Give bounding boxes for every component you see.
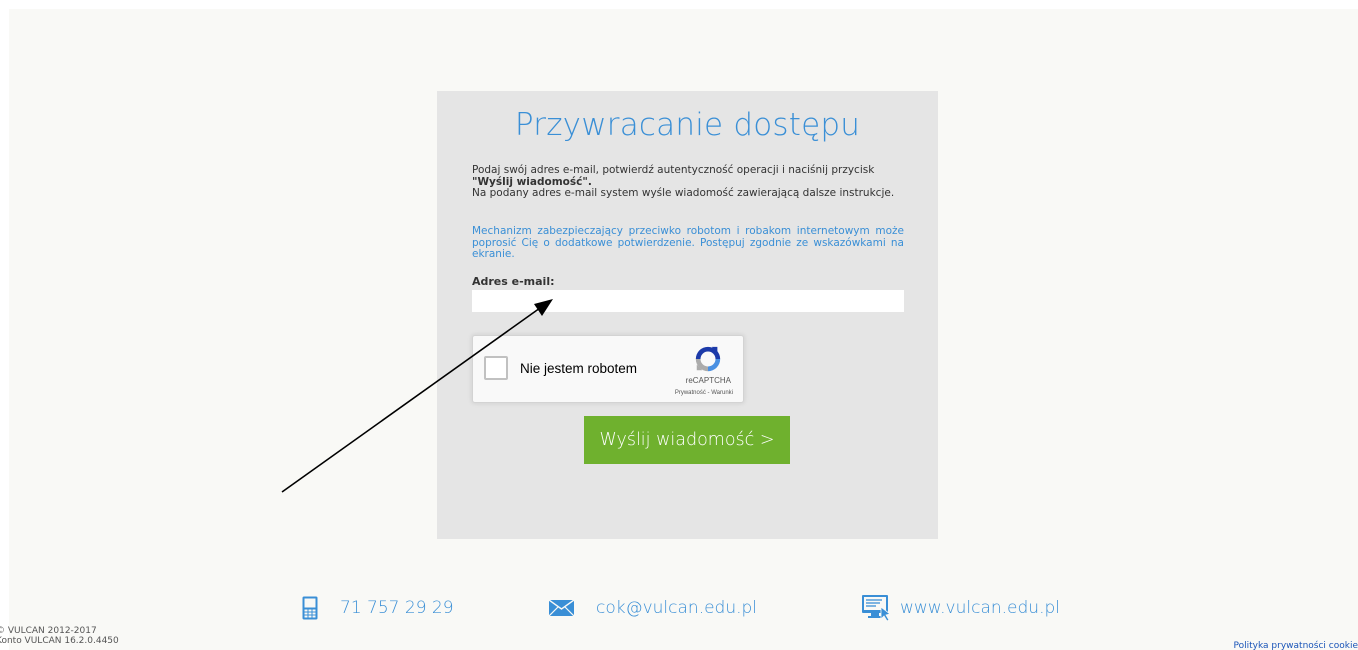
mobile-phone-icon [302,596,318,620]
instructions-text: Podaj swój adres e-mail, potwierdź auten… [472,164,904,200]
footer-website: www.vulcan.edu.pl [862,593,1060,623]
version-text: Konto VULCAN 16.2.0.4450 [0,636,119,646]
recaptcha-label: Nie jestem robotem [520,361,638,376]
recaptcha-links: Prywatność - Warunki [675,390,733,396]
monitor-icon [862,595,891,621]
password-recovery-panel: Przywracanie dostępu Podaj swój adres e-… [437,91,938,539]
recaptcha-logo-icon [695,346,721,372]
instructions-line-2: Na podany adres e-mail system wyśle wiad… [472,187,895,199]
email-label: Adres e-mail: [472,275,555,288]
footer-phone: 71 757 29 29 [302,593,454,623]
footer-email-address[interactable]: cok@vulcan.edu.pl [596,598,757,618]
footer-email: cok@vulcan.edu.pl [549,593,757,623]
send-message-button[interactable]: Wyślij wiadomość > [584,416,790,464]
footer-phone-number: 71 757 29 29 [340,598,454,618]
envelope-icon [549,600,574,616]
captcha-notice: Mechanizm zabezpieczający przeciwko robo… [472,225,904,260]
copyright-block: © VULCAN 2012-2017 Konto VULCAN 16.2.0.4… [0,626,119,646]
recaptcha-privacy-link[interactable]: Prywatność [675,390,706,396]
copyright-text: © VULCAN 2012-2017 [0,626,97,636]
page-title: Przywracanie dostępu [514,107,861,143]
recaptcha-checkbox[interactable] [484,356,508,380]
footer-website-url[interactable]: www.vulcan.edu.pl [900,598,1060,618]
cookie-policy-link[interactable]: Polityka prywatności cookie [1234,641,1358,650]
instructions-line-1: Podaj swój adres e-mail, potwierdź auten… [472,164,875,176]
recaptcha-brand: reCAPTCHA [685,376,731,385]
recaptcha-widget: Nie jestem robotem reCAPTCHA Prywatność … [472,335,744,403]
email-input[interactable] [472,290,904,312]
recaptcha-terms-link[interactable]: Warunki [711,390,733,396]
